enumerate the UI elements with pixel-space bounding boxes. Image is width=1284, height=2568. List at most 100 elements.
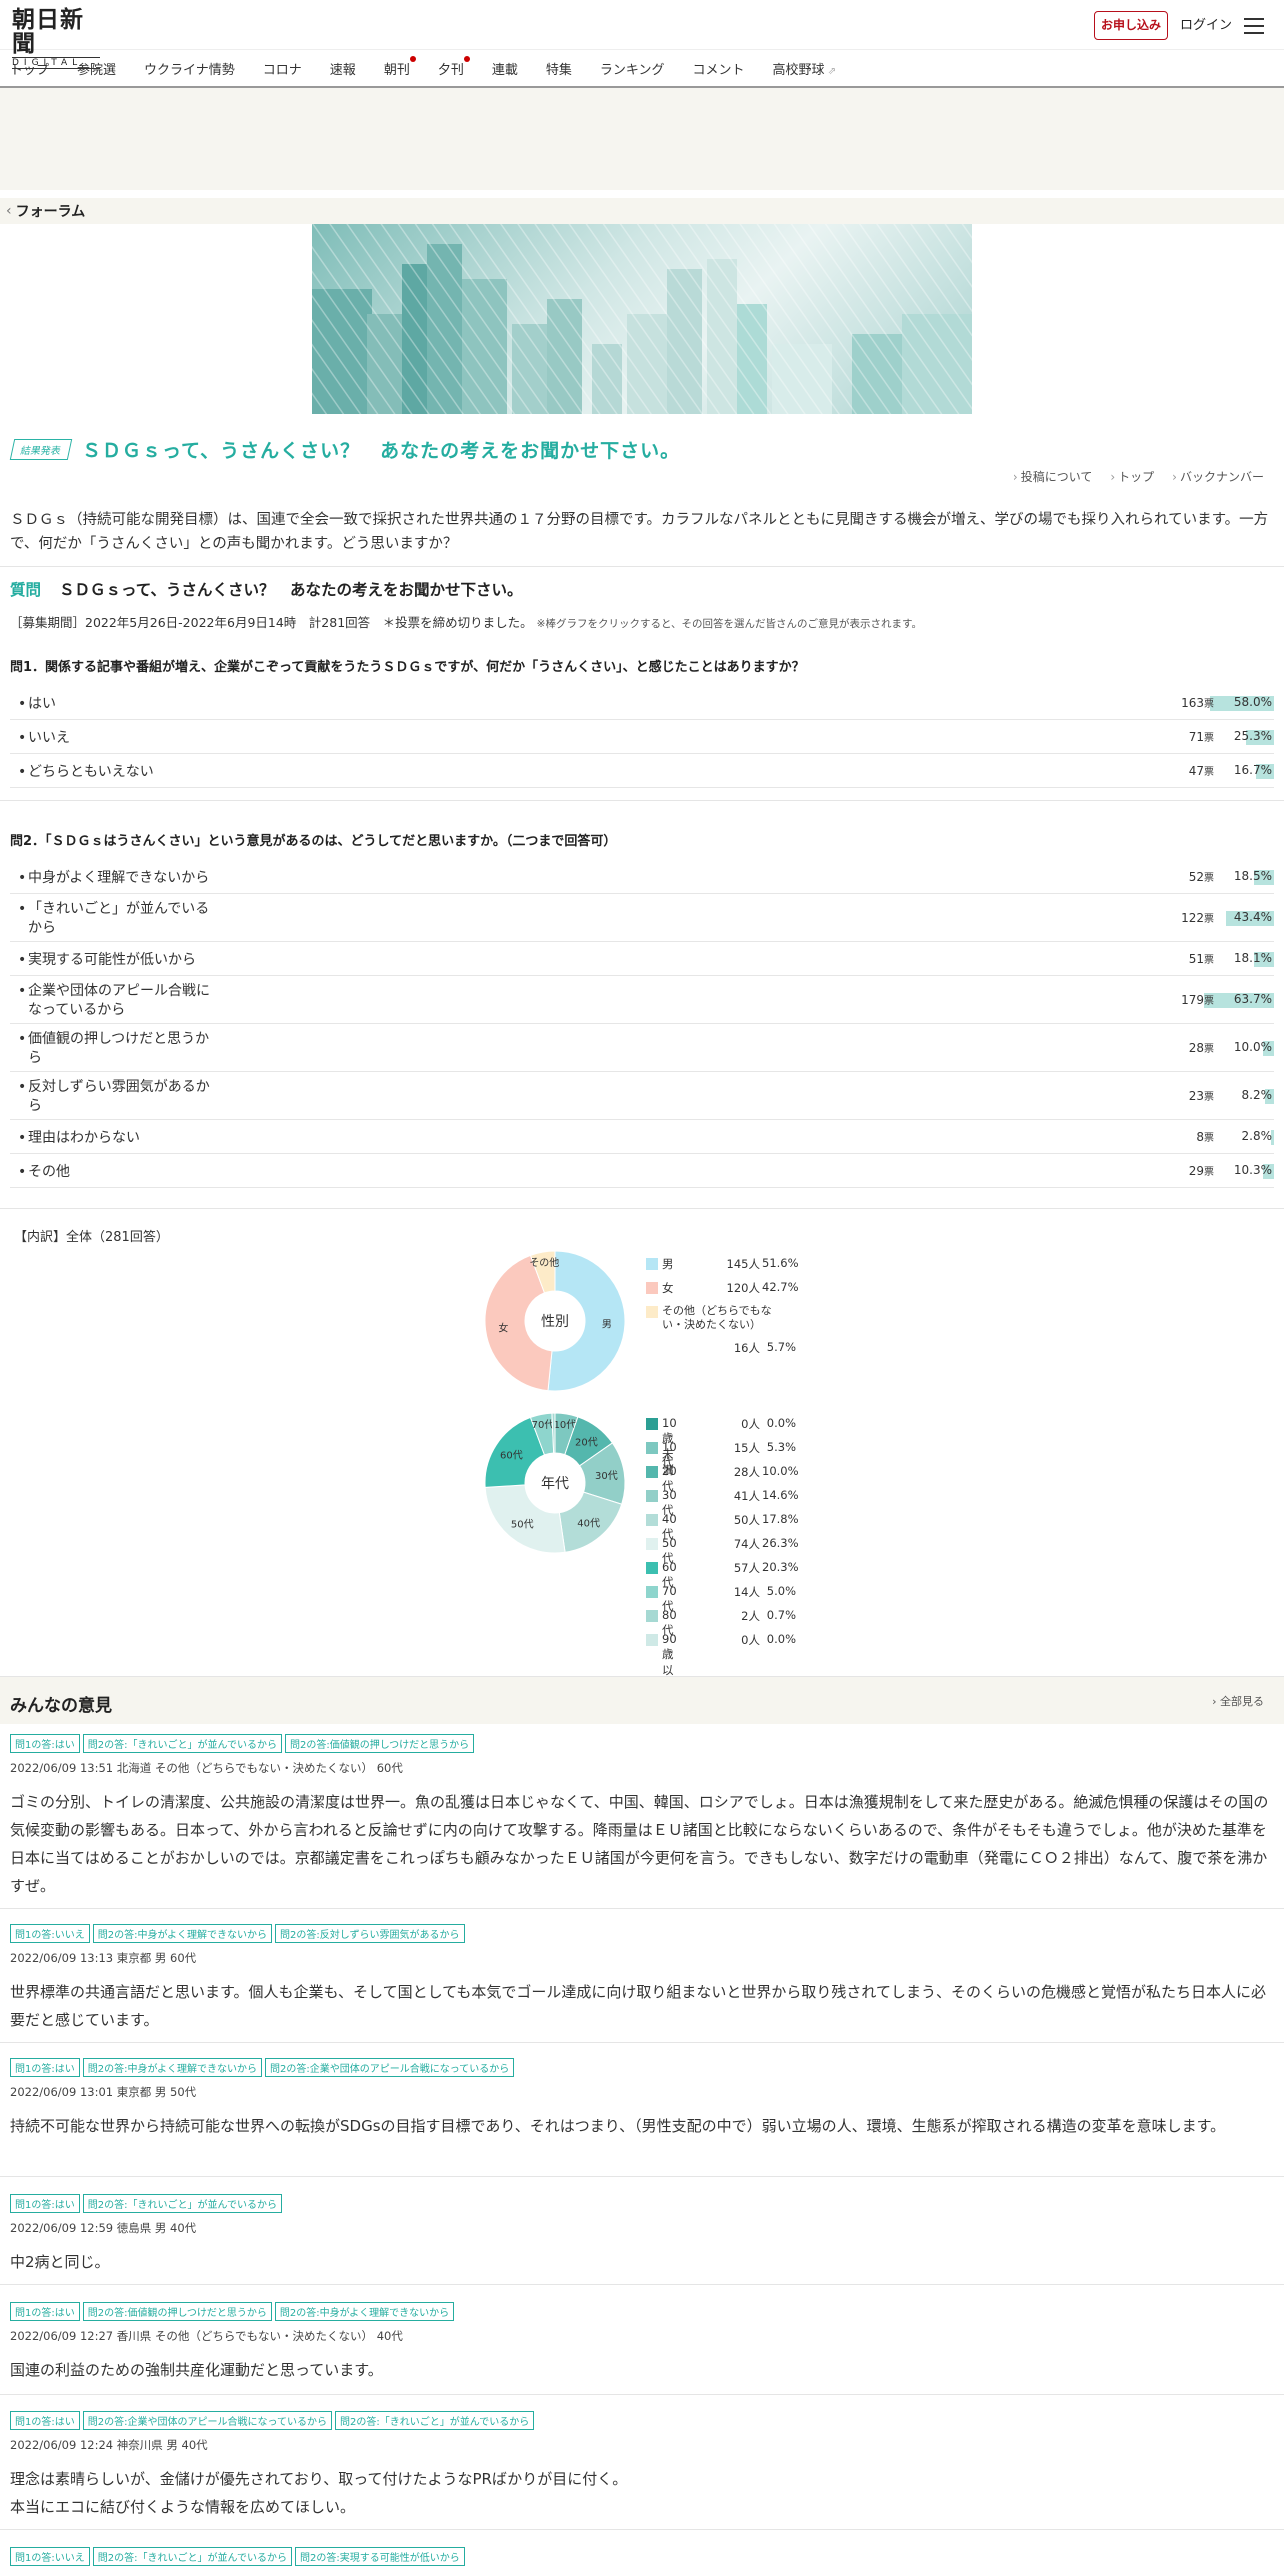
option-row[interactable]: その他 29票 10.3% [10,1154,1274,1188]
opinion-body: 国連の利益のための強制共産化運動だと思っています。 [10,2361,383,2379]
link-back-number[interactable]: バックナンバー [1172,468,1264,485]
answer-tag[interactable]: 問2の答:「きれいごと」が並んでいるから [334,2411,535,2430]
option-votes: 179票 [1181,993,1214,1007]
option-row[interactable]: 中身がよく理解できないから 52票 18.5% [10,860,1274,894]
answer-tag[interactable]: 問1の答:はい [10,2194,80,2213]
option-votes: 163票 [1181,696,1214,710]
answer-tag[interactable]: 問1の答:はい [10,1734,80,1753]
nav-item[interactable]: 連載 [492,59,518,78]
option-votes: 52票 [1188,870,1214,884]
votes-unit: 票 [1204,914,1214,925]
opinion-body: 中2病と同じ。 [10,2253,110,2271]
answer-tag[interactable]: 問1の答:はい [10,2302,80,2321]
answer-tag[interactable]: 問2の答:「きれいごと」が並んでいるから [82,1734,282,1753]
votes-unit: 票 [1204,733,1214,744]
link-about-posting[interactable]: 投稿について [1013,468,1093,485]
legend-count: 120人 [726,1281,760,1295]
nav-item-label: 高校野球 [772,62,825,78]
nav-item[interactable]: 夕刊 [438,55,470,78]
nav-item[interactable]: ランキング [600,59,665,78]
legend-count: 41人 [733,1489,760,1503]
option-row[interactable]: 企業や団体のアピール合戦になっているから 179票 63.7% [10,976,1274,1024]
nav-item[interactable]: 特集 [546,59,572,78]
slice-label: 70代 [532,1419,555,1431]
legend-count: 0人 [741,1633,760,1647]
answer-tag[interactable]: 問1の答:いいえ [10,2547,90,2566]
option-row[interactable]: 価値観の押しつけだと思うから 28票 10.0% [10,1024,1274,1072]
opinion-body: 世界標準の共通言語だと思います。個人も企業も、そして国としても本気でゴール達成に… [10,1983,1266,2029]
ad-area [0,88,1284,190]
login-link[interactable]: ログイン [1180,11,1232,40]
legend-count: 14人 [733,1585,760,1599]
new-indicator-dot [463,55,470,62]
nav-item[interactable]: ウクライナ情勢 [144,59,235,78]
answer-tag[interactable]: 問2の答:反対しずらい雰囲気があるから [274,1924,465,1943]
nav-item[interactable]: トップ [10,59,49,78]
option-row[interactable]: 「きれいごと」が並んでいるから 122票 43.4% [10,894,1274,942]
option-row[interactable]: 実現する可能性が低いから 51票 18.1% [10,942,1274,976]
option-row[interactable]: いいえ 71票 25.3% [10,720,1274,754]
nav-item[interactable]: 朝刊 [384,55,416,78]
gender-donut-chart[interactable]: 男 女 その他性別 [482,1248,628,1394]
breadcrumb-label: フォーラム [15,204,86,220]
option-row[interactable]: 理由はわからない 8票 2.8% [10,1120,1274,1154]
donut-center-label: 性別 [541,1314,569,1330]
answer-tag[interactable]: 問1の答:いいえ [10,1924,90,1943]
answer-tag[interactable]: 問2の答:中身がよく理解できないから [92,1924,272,1943]
breadcrumb[interactable]: ‹ フォーラム [0,198,1284,224]
see-all-label: 全部見る [1220,1695,1264,1708]
option-percent: 2.8% [1241,1129,1273,1143]
legend-percent: 0.0% [766,1416,796,1430]
slice-label: 40代 [577,1518,600,1530]
option-row[interactable]: どちらともいえない 47票 16.7% [10,754,1274,788]
hamburger-menu-icon[interactable] [1244,18,1264,34]
legend-swatch [646,1562,658,1574]
nav-item-label: 速報 [329,62,356,78]
nav-item[interactable]: 高校野球 ⇗ [773,59,837,78]
option-row[interactable]: 反対しずらい雰囲気があるから 23票 8.2% [10,1072,1274,1120]
answer-tag[interactable]: 問1の答:はい [10,2411,80,2430]
legend-swatch [646,1586,658,1598]
subscribe-button[interactable]: お申し込み [1094,11,1168,40]
nav-item[interactable]: 速報 [330,59,356,78]
site-header: 朝日新聞 DIGITAL お申し込み ログイン [0,0,1284,69]
answer-tag[interactable]: 問2の答:中身がよく理解できないから [274,2302,455,2321]
city-skyline-illustration [312,224,972,414]
legend-percent: 5.7% [766,1340,796,1354]
answer-tag[interactable]: 問2の答:中身がよく理解できないから [82,2058,262,2077]
option-percent: 63.7% [1233,992,1272,1006]
answer-tag[interactable]: 問2の答:企業や団体のアピール合戦になっているから [82,2411,332,2430]
nav-item[interactable]: 参院選 [77,59,116,78]
answer-tag[interactable]: 問2の答:実現する可能性が低いから [294,2547,465,2566]
sub-links: 投稿について トップ バックナンバー [1013,468,1264,485]
legend-percent: 17.8% [762,1512,799,1526]
answer-tag[interactable]: 問1の答:はい [10,2058,80,2077]
age-donut-chart[interactable]: 10代 20代 30代 40代 50代 60代 70代年代 [482,1410,628,1556]
answer-tag[interactable]: 問2の答:「きれいごと」が並んでいるから [92,2547,292,2566]
option-row[interactable]: はい 163票 58.0% [10,686,1274,720]
nav-item[interactable]: コロナ [263,59,302,78]
legend-count: 57人 [733,1561,760,1575]
q2-text: 問2．「ＳＤＧｓはうさんくさい」という意見があるのは、どうしてだと思いますか。（… [10,834,617,849]
option-percent: 8.2% [1241,1088,1273,1102]
answer-tag[interactable]: 問2の答:「きれいごと」が並んでいるから [82,2194,282,2213]
nav-item-label: コロナ [262,62,302,78]
slice-label: 10代 [554,1419,577,1431]
option-percent: 58.0% [1233,695,1272,709]
votes-unit: 票 [1204,1092,1214,1103]
breakdown-title: 【内訳】全体（281回答） [14,1230,169,1245]
site-logo[interactable]: 朝日新聞 DIGITAL [12,8,107,69]
answer-tag[interactable]: 問2の答:価値観の押しつけだと思うから [82,2302,272,2321]
main-nav: トップ 参院選 ウクライナ情勢 コロナ 速報 朝刊 夕刊 連載 特集 ランキング コメント 高校野球 … [0,50,1284,88]
link-top[interactable]: トップ [1110,468,1154,485]
new-indicator-dot [409,55,416,62]
legend-swatch [646,1306,658,1318]
nav-item[interactable]: コメント [693,59,745,78]
answer-tag[interactable]: 問2の答:価値観の押しつけだと思うから [284,1734,475,1753]
opinion-meta: 2022/06/09 13:51 北海道 その他（どちらでもない・決めたくない）… [10,1761,403,1775]
option-votes: 29票 [1188,1164,1214,1178]
divider [0,1208,1284,1209]
answer-tag[interactable]: 問2の答:企業や団体のアピール合戦になっているから [264,2058,515,2077]
legend-percent: 51.6% [762,1256,799,1270]
see-all-link[interactable]: › 全部見る [1212,1693,1264,1709]
